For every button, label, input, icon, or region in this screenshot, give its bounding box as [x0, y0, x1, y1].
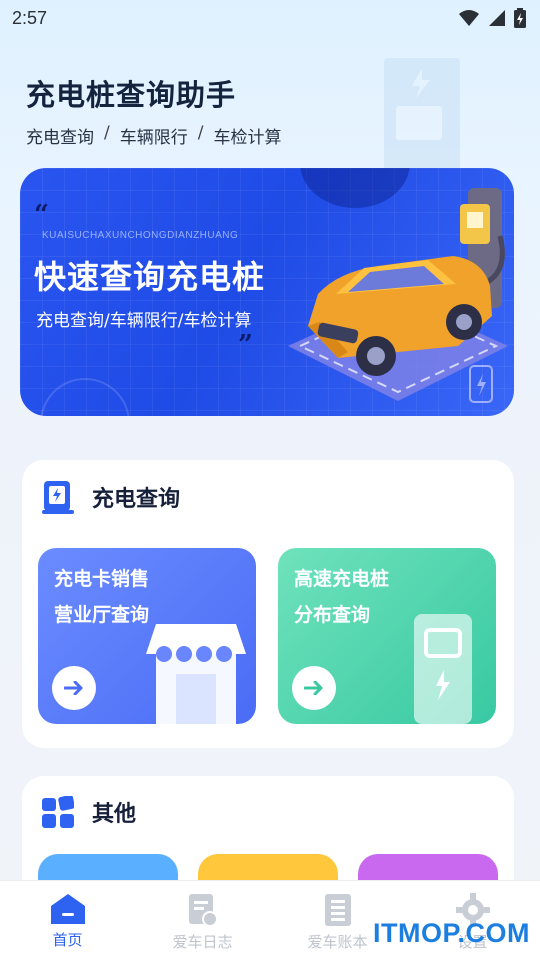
signal-icon	[489, 10, 505, 26]
status-icons	[458, 8, 526, 28]
battery-icon	[514, 8, 526, 28]
nav-label: 首页	[52, 931, 83, 949]
breadcrumb: 充电查询 / 车辆限行 / 车检计算	[26, 123, 281, 148]
breadcrumb-separator: /	[197, 123, 204, 143]
nav-car-log[interactable]: 爱车日志	[135, 881, 270, 960]
banner-title: 快速查询充电桩	[34, 258, 266, 296]
page-title: 充电桩查询助手	[26, 78, 237, 112]
breadcrumb-separator: /	[104, 123, 110, 143]
tile-card-sales[interactable]: 充电卡销售 营业厅查询	[38, 548, 256, 724]
nav-home[interactable]: 首页	[0, 881, 135, 960]
breadcrumb-item-restriction[interactable]: 车辆限行	[120, 123, 188, 148]
watermark: ITMOP.COM	[372, 918, 530, 948]
breadcrumb-item-inspection[interactable]: 车检计算	[213, 123, 281, 148]
tile-highway-chargers[interactable]: 高速充电桩 分布查询	[278, 548, 496, 724]
wifi-icon	[459, 10, 479, 26]
arrow-right-button[interactable]	[292, 666, 336, 710]
nav-label: 爱车日志	[172, 933, 233, 951]
home-icon	[50, 894, 85, 924]
grid-apps-icon	[42, 796, 74, 828]
quote-mark-icon: “	[34, 200, 49, 230]
card-header: 其他	[42, 796, 136, 828]
status-bar: 2:57	[0, 0, 540, 36]
banner-subtitle: 充电查询/车辆限行/车检计算	[36, 311, 252, 331]
store-icon	[146, 624, 246, 724]
arrow-right-icon	[304, 681, 323, 695]
charging-station-decoration	[384, 58, 460, 176]
quote-mark-icon: ”	[238, 330, 253, 360]
nav-label: 爱车账本	[307, 933, 368, 951]
tile-line-1: 充电卡销售	[54, 568, 150, 590]
section-title: 其他	[92, 802, 137, 827]
status-time: 2:57	[12, 8, 48, 28]
tile-line-2: 营业厅查询	[54, 604, 150, 626]
arrow-right-icon	[64, 681, 83, 695]
charging-station-icon	[414, 614, 472, 724]
arrow-right-button[interactable]	[52, 666, 96, 710]
section-title: 充电查询	[92, 487, 181, 512]
breadcrumb-item-charge[interactable]: 充电查询	[26, 123, 94, 148]
banner-pinyin: KUAISUCHAXUNCHONGDIANZHUANG	[42, 230, 239, 241]
log-icon	[188, 894, 218, 927]
charging-pile-icon	[42, 481, 74, 514]
card-header: 充电查询	[42, 480, 180, 514]
tile-line-2: 分布查询	[294, 604, 371, 626]
charge-query-card: 充电查询 充电卡销售 营业厅查询 高速充电桩 分布查询	[22, 460, 514, 748]
tile-line-1: 高速充电桩	[294, 568, 390, 590]
car-charging-illustration	[288, 188, 508, 403]
promo-banner[interactable]: “ KUAISUCHAXUNCHONGDIANZHUANG 快速查询充电桩 充电…	[20, 168, 514, 416]
ledger-icon	[324, 894, 351, 926]
